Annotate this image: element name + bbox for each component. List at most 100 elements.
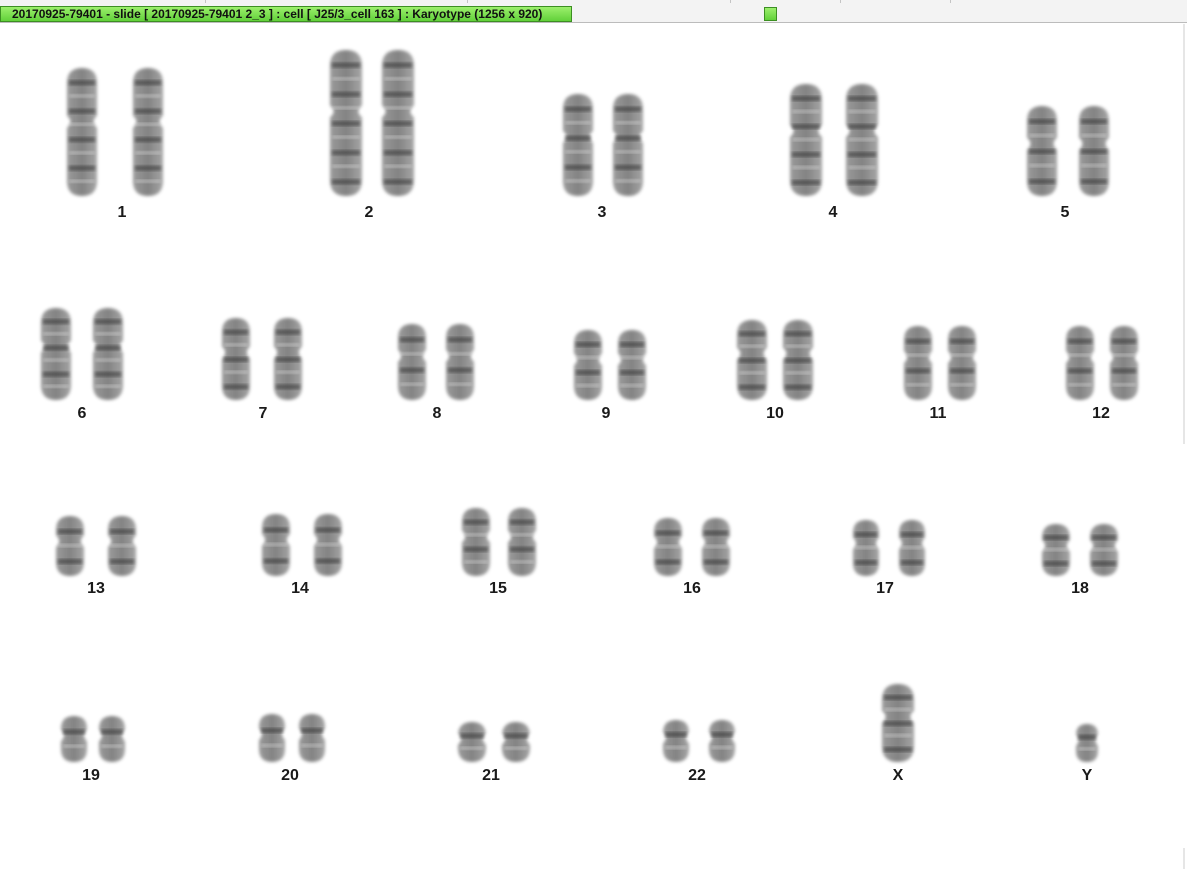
chromosome-band [261,728,283,733]
chromosome-pair-17[interactable] [853,520,925,576]
karyotype-image [41,50,1138,762]
chromosome-band [316,527,340,533]
chromosome-9-homolog-a [574,330,602,400]
chromosome-22-homolog-a [663,720,689,762]
chromosome-1-homolog-b [133,68,163,196]
chromosome-pair-14[interactable] [262,514,342,576]
chromosome-band [848,96,876,101]
chromosome-band [276,343,300,347]
chromosome-band [264,527,288,533]
chromosome-band [1068,338,1092,344]
chromosome-label: 21 [482,767,500,784]
chromosome-pair-15[interactable] [462,508,536,576]
chromosome-pair-18[interactable] [1042,524,1118,576]
chromosome-pair-1[interactable] [67,68,163,196]
chromosome-19-homolog-a [61,716,87,762]
chromosome-band [884,721,912,726]
chromosome-band [504,746,528,750]
chromosome-pair-16[interactable] [654,518,730,576]
chromosome-band [1044,561,1068,566]
chromosome-band [384,121,412,126]
chromosome-band [316,558,340,564]
chromosome-band [224,329,248,335]
chromosome-band [906,368,930,374]
chromosome-band [615,135,641,141]
chromosome-band [792,110,820,113]
chromosome-pair-X[interactable] [882,684,914,762]
chromosome-band [448,352,472,356]
chromosome-pair-2[interactable] [330,50,414,196]
chromosome-band [276,370,300,374]
chromosome-band [620,384,644,387]
chromosome-pair-11[interactable] [904,326,976,400]
chromosome-band [848,152,876,157]
chromosome-band [792,124,820,129]
chromosome-band [1081,179,1107,184]
chromosome-band [884,695,912,700]
chromosome-band [332,62,360,68]
chromosome-pair-20[interactable] [259,714,325,762]
chromosome-band [224,357,248,362]
chromosome-1-homolog-a [67,68,97,196]
chromosome-band [332,121,360,126]
chromosome-pair-10[interactable] [737,320,813,400]
chromosome-label: 7 [258,405,268,422]
chromosome-band [704,530,728,536]
chromosome-pair-6[interactable] [41,308,123,400]
tab-divider [950,0,951,3]
chromosome-band [400,382,424,386]
chromosome-band [620,356,644,359]
chromosome-band [384,179,412,185]
chromosome-pair-12[interactable] [1066,326,1138,400]
chromosome-band [565,135,591,141]
chromosome-20-homolog-b [299,714,325,762]
chromosome-band [785,371,811,375]
chromosome-band [1081,149,1107,154]
chromosome-pair-4[interactable] [790,84,878,196]
chromosome-band [884,708,912,711]
chromosome-label: 22 [688,767,706,784]
chromosome-band [332,150,360,156]
chromosome-band [739,384,765,390]
chromosome-15-homolog-b [508,508,536,576]
chromosome-pair-13[interactable] [56,516,136,576]
chromosome-band [460,733,484,739]
chromosome-band [620,370,644,375]
chromosome-band [264,543,288,546]
chromosome-pair-3[interactable] [563,94,643,196]
chromosome-label: 9 [601,405,611,422]
chromosome-9-homolog-b [618,330,646,400]
chromosome-band [101,729,123,735]
chromosome-label: 12 [1092,405,1110,422]
chromosome-band [1081,119,1107,124]
chromosome-band [332,91,360,97]
chromosome-band [301,728,323,733]
chromosome-band [510,519,534,525]
chromosome-pair-5[interactable] [1027,106,1109,196]
chromosome-15-homolog-a [462,508,490,576]
tab-divider [205,0,206,3]
chromosome-band [792,166,820,169]
chromosome-label: 15 [489,580,507,597]
chromosome-pair-22[interactable] [663,720,735,762]
chromosome-8-homolog-b [446,324,474,400]
chromosome-band [69,179,95,183]
chromosome-pair-21[interactable] [458,722,530,762]
chromosome-pair-Y[interactable] [1076,724,1098,762]
chromosome-band [1029,179,1055,184]
chromosome-band [135,108,161,114]
chromosome-band [1068,353,1092,357]
chromosome-band [1092,561,1116,566]
chromosome-band [58,529,82,534]
chromosome-band [276,384,300,390]
chromosome-pair-8[interactable] [398,324,474,400]
chromosome-band [110,544,134,547]
chromosome-band [704,559,728,565]
chromosome-pair-7[interactable] [222,318,302,400]
chromosome-label: 8 [432,405,442,422]
chromosome-band [1081,134,1107,137]
tab-divider [730,0,731,3]
chromosome-band [464,560,488,564]
chromosome-pair-9[interactable] [574,330,646,400]
chromosome-pair-19[interactable] [61,716,125,762]
